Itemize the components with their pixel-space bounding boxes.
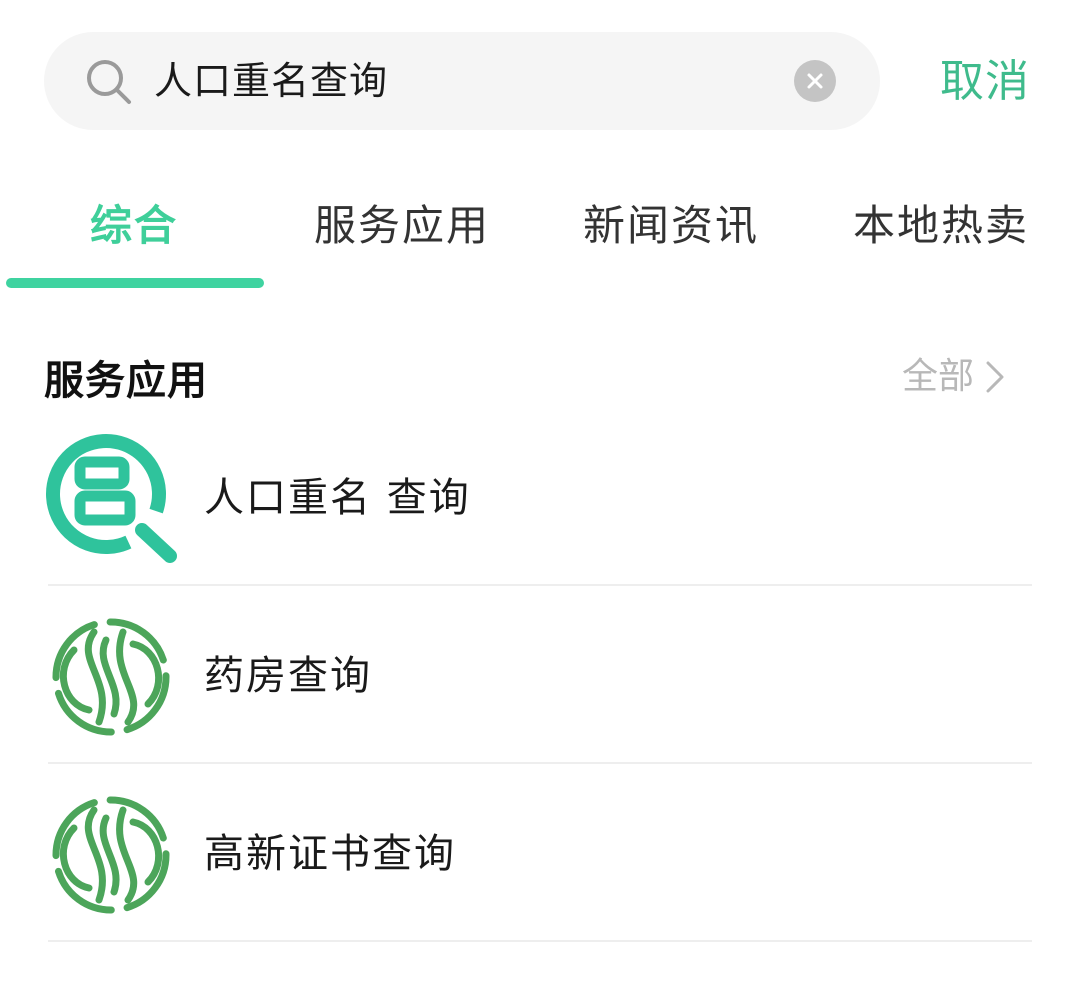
list-item-label: 药房查询 <box>204 653 372 699</box>
list-item[interactable]: 人口重名 查询 <box>0 430 1080 608</box>
tab-overall[interactable]: 综合 <box>90 196 178 256</box>
tab-news[interactable]: 新闻资讯 <box>583 196 759 256</box>
active-tab-indicator <box>6 278 264 288</box>
clear-search-icon[interactable] <box>794 60 836 102</box>
search-bar[interactable]: 人口重名查询 <box>44 32 880 130</box>
list-item[interactable]: 药房查询 <box>0 608 1080 786</box>
section-title: 服务应用 <box>44 358 208 404</box>
tab-local-hot-sale[interactable]: 本地热卖 <box>853 196 1029 256</box>
tab-service-apps[interactable]: 服务应用 <box>314 196 490 256</box>
chevron-right-icon <box>986 361 1004 393</box>
search-results-page: 人口重名查询 取消 综合 服务应用 新闻资讯 本地热卖 服务应用 全部 人口重名 <box>0 0 1080 987</box>
see-all-link[interactable]: 全部 <box>902 350 1006 404</box>
cancel-button[interactable]: 取消 <box>940 50 1030 114</box>
list-item-label: 高新证书查询 <box>204 831 456 877</box>
search-input[interactable]: 人口重名查询 <box>154 32 388 130</box>
name-search-icon <box>46 434 177 563</box>
divider <box>48 940 1032 942</box>
see-all-label: 全部 <box>902 356 975 397</box>
divider <box>48 762 1032 764</box>
divider <box>48 584 1032 586</box>
list-item[interactable]: 高新证书查询 <box>0 786 1080 964</box>
search-icon <box>87 60 131 104</box>
category-tabs: 综合 服务应用 新闻资讯 本地热卖 <box>0 186 1080 296</box>
list-item-label: 人口重名 查询 <box>204 475 471 521</box>
service-emblem-icon <box>52 618 170 736</box>
service-emblem-icon <box>52 796 170 914</box>
